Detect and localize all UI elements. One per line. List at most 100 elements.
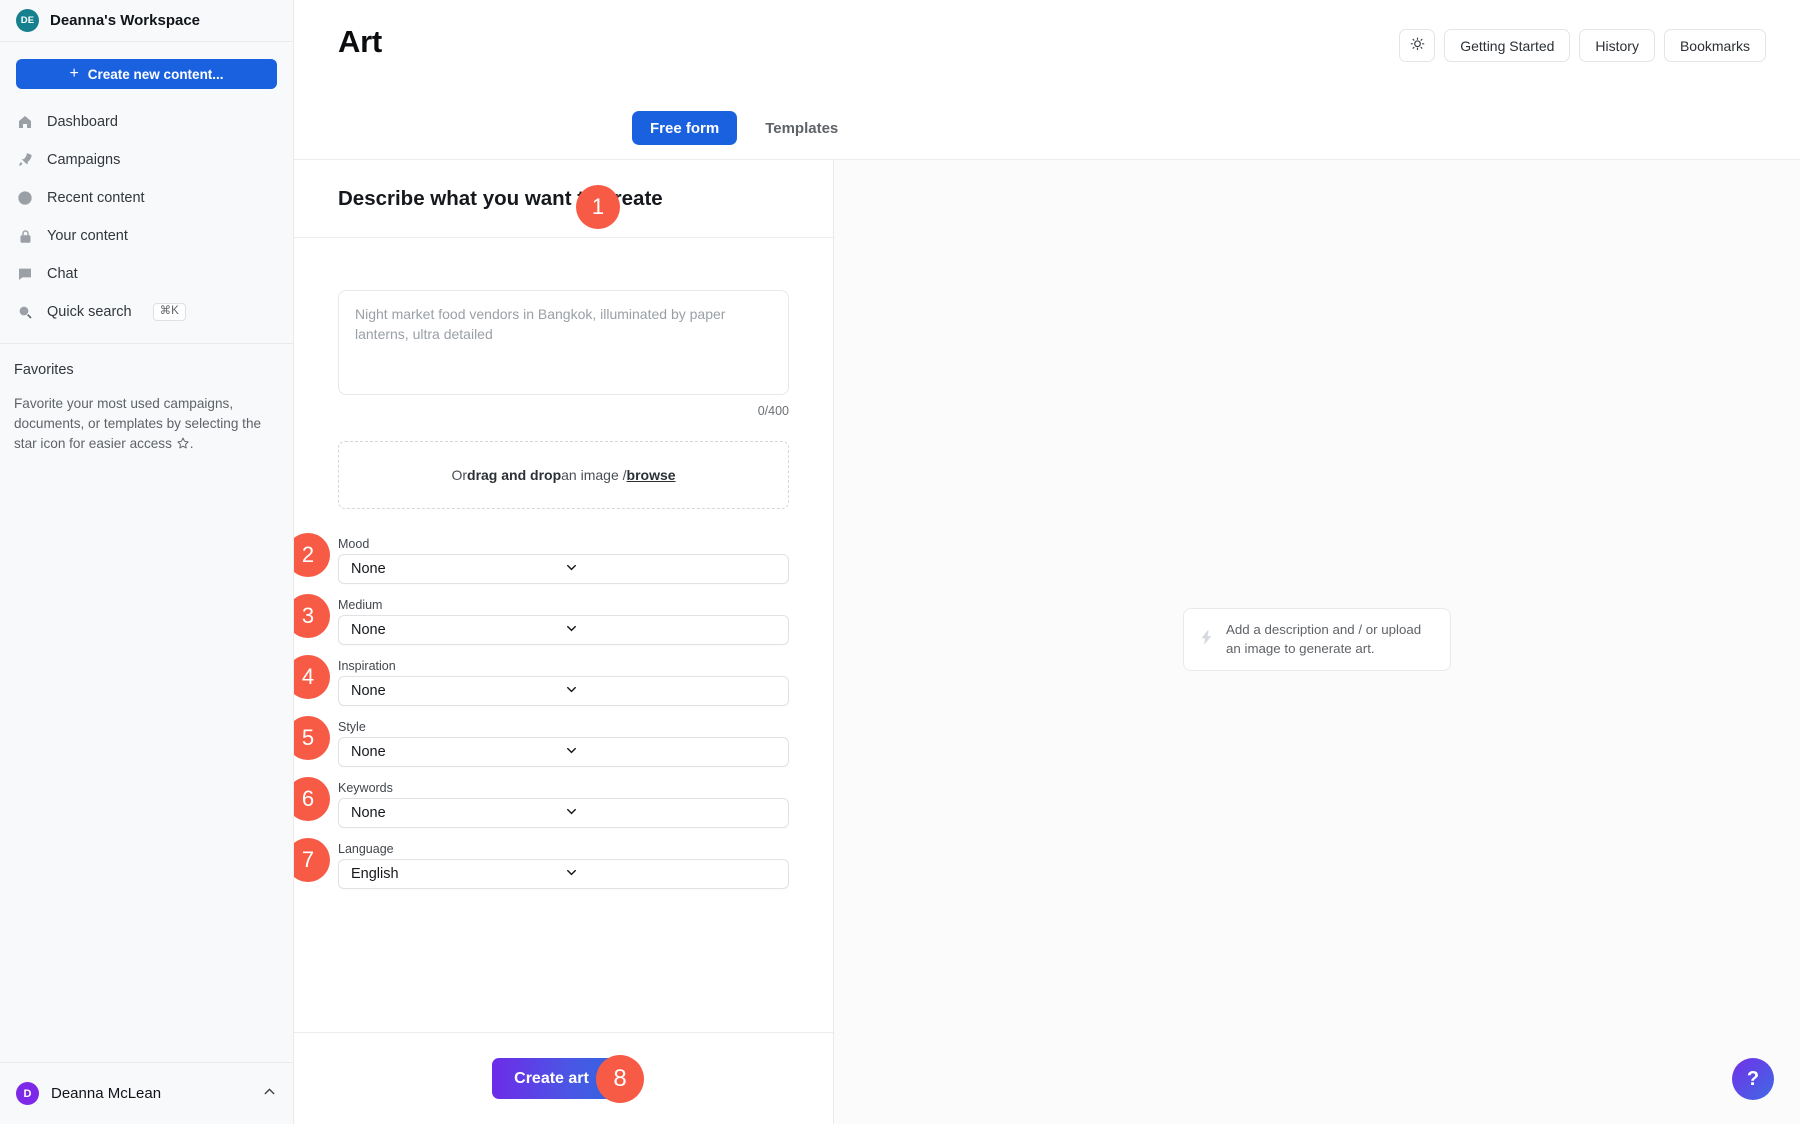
create-new-content-label: Create new content... <box>88 67 224 82</box>
sidebar: DE Deanna's Workspace + Create new conte… <box>0 0 294 1124</box>
sidebar-item-label: Your content <box>47 228 128 244</box>
workspace-avatar: DE <box>16 9 39 32</box>
style-select-value: None <box>351 744 564 760</box>
field-medium: 3 Medium None <box>338 598 789 645</box>
favorites-description-suffix: . <box>190 436 194 451</box>
style-select[interactable]: None <box>338 737 789 767</box>
top-bar: Art Getting Started History Bookmarks <box>294 0 1800 97</box>
tab-free-form[interactable]: Free form <box>632 111 737 145</box>
lightbulb-icon-button[interactable] <box>1399 29 1435 62</box>
home-icon <box>16 113 34 131</box>
field-style: 5 Style None <box>338 720 789 767</box>
step-badge-4: 4 <box>294 655 330 699</box>
plus-icon: + <box>69 66 78 82</box>
keywords-select-value: None <box>351 805 564 821</box>
content-body: Describe what you want to create Night m… <box>294 160 1800 1124</box>
image-dropzone[interactable]: Or drag and drop an image / browse <box>338 441 789 509</box>
sidebar-item-label: Campaigns <box>47 152 120 168</box>
favorites-description: Favorite your most used campaigns, docum… <box>14 394 264 456</box>
main-area: Art Getting Started History Bookmarks 1 … <box>294 0 1800 1124</box>
step-badge-3: 3 <box>294 594 330 638</box>
keywords-select[interactable]: None <box>338 798 789 828</box>
favorites-title: Favorites <box>14 362 277 378</box>
field-label: Medium <box>338 598 789 612</box>
mood-select[interactable]: None <box>338 554 789 584</box>
chevron-down-icon <box>564 621 777 640</box>
lock-icon <box>16 227 34 245</box>
dropzone-bold: drag and drop <box>467 467 561 483</box>
getting-started-button[interactable]: Getting Started <box>1444 29 1570 62</box>
step-badge-8: 8 <box>596 1055 644 1103</box>
history-button[interactable]: History <box>1579 29 1655 62</box>
medium-select-value: None <box>351 622 564 638</box>
help-button[interactable]: ? <box>1732 1058 1774 1100</box>
tab-bar: 1 Free form Templates <box>294 97 1800 160</box>
sidebar-item-chat[interactable]: Chat <box>10 255 283 293</box>
field-label: Keywords <box>338 781 789 795</box>
top-actions: Getting Started History Bookmarks <box>1399 24 1766 62</box>
describe-pane: Describe what you want to create Night m… <box>294 160 834 1124</box>
favorites-description-text: Favorite your most used campaigns, docum… <box>14 396 261 451</box>
chevron-down-icon <box>564 743 777 762</box>
prompt-textarea[interactable]: Night market food vendors in Bangkok, il… <box>338 290 789 395</box>
sidebar-item-label: Dashboard <box>47 114 118 130</box>
chevron-up-icon[interactable] <box>261 1083 278 1105</box>
field-language: 7 Language English <box>338 842 789 889</box>
sidebar-item-label: Recent content <box>47 190 145 206</box>
sidebar-nav: Dashboard Campaigns Recent content Your … <box>0 103 293 331</box>
field-keywords: 6 Keywords None <box>338 781 789 828</box>
clock-icon <box>16 189 34 207</box>
field-mood: 2 Mood None <box>338 537 789 584</box>
avatar: D <box>16 1082 39 1105</box>
pane-footer: 8 Create art <box>294 1032 833 1124</box>
medium-select[interactable]: None <box>338 615 789 645</box>
mood-select-value: None <box>351 561 564 577</box>
quick-search-shortcut: ⌘K <box>153 303 186 322</box>
favorites-section: Favorites Favorite your most used campai… <box>0 344 293 456</box>
lightbulb-icon <box>1409 36 1426 56</box>
language-select[interactable]: English <box>338 859 789 889</box>
empty-state-hint: Add a description and / or upload an ima… <box>1183 608 1451 671</box>
sidebar-item-recent-content[interactable]: Recent content <box>10 179 283 217</box>
workspace-name: Deanna's Workspace <box>50 12 200 29</box>
step-badge-1: 1 <box>576 185 620 229</box>
field-inspiration: 4 Inspiration None <box>338 659 789 706</box>
empty-state-hint-text: Add a description and / or upload an ima… <box>1226 621 1434 658</box>
app-root: DE Deanna's Workspace + Create new conte… <box>0 0 1800 1124</box>
create-art-label: Create art <box>514 1070 589 1088</box>
step-badge-2: 2 <box>294 533 330 577</box>
create-new-content-button[interactable]: + Create new content... <box>16 59 277 89</box>
sidebar-item-dashboard[interactable]: Dashboard <box>10 103 283 141</box>
user-name: Deanna McLean <box>51 1085 249 1102</box>
user-menu[interactable]: D Deanna McLean <box>0 1062 294 1124</box>
preview-pane: Add a description and / or upload an ima… <box>834 160 1800 1124</box>
inspiration-select-value: None <box>351 683 564 699</box>
bolt-icon <box>1198 629 1216 651</box>
tab-templates[interactable]: Templates <box>747 111 856 145</box>
field-label: Mood <box>338 537 789 551</box>
search-icon <box>16 303 34 321</box>
chat-bubble-icon <box>16 265 34 283</box>
bookmarks-button[interactable]: Bookmarks <box>1664 29 1766 62</box>
dropzone-middle: an image / <box>561 467 626 483</box>
browse-link[interactable]: browse <box>627 467 676 483</box>
page-title: Art <box>338 24 382 60</box>
sidebar-item-label: Chat <box>47 266 78 282</box>
chevron-down-icon <box>564 865 777 884</box>
step-badge-7: 7 <box>294 838 330 882</box>
sidebar-item-quick-search[interactable]: Quick search ⌘K <box>10 293 283 331</box>
character-counter: 0/400 <box>338 404 789 418</box>
sidebar-item-label: Quick search <box>47 304 132 320</box>
rocket-icon <box>16 151 34 169</box>
field-label: Style <box>338 720 789 734</box>
sidebar-item-campaigns[interactable]: Campaigns <box>10 141 283 179</box>
chevron-down-icon <box>564 560 777 579</box>
pane-header: Describe what you want to create <box>294 160 833 238</box>
field-label: Inspiration <box>338 659 789 673</box>
inspiration-select[interactable]: None <box>338 676 789 706</box>
workspace-header[interactable]: DE Deanna's Workspace <box>0 0 293 42</box>
step-badge-5: 5 <box>294 716 330 760</box>
step-badge-6: 6 <box>294 777 330 821</box>
sidebar-item-your-content[interactable]: Your content <box>10 217 283 255</box>
options-fields: 2 Mood None 3 Medium None <box>338 537 789 889</box>
